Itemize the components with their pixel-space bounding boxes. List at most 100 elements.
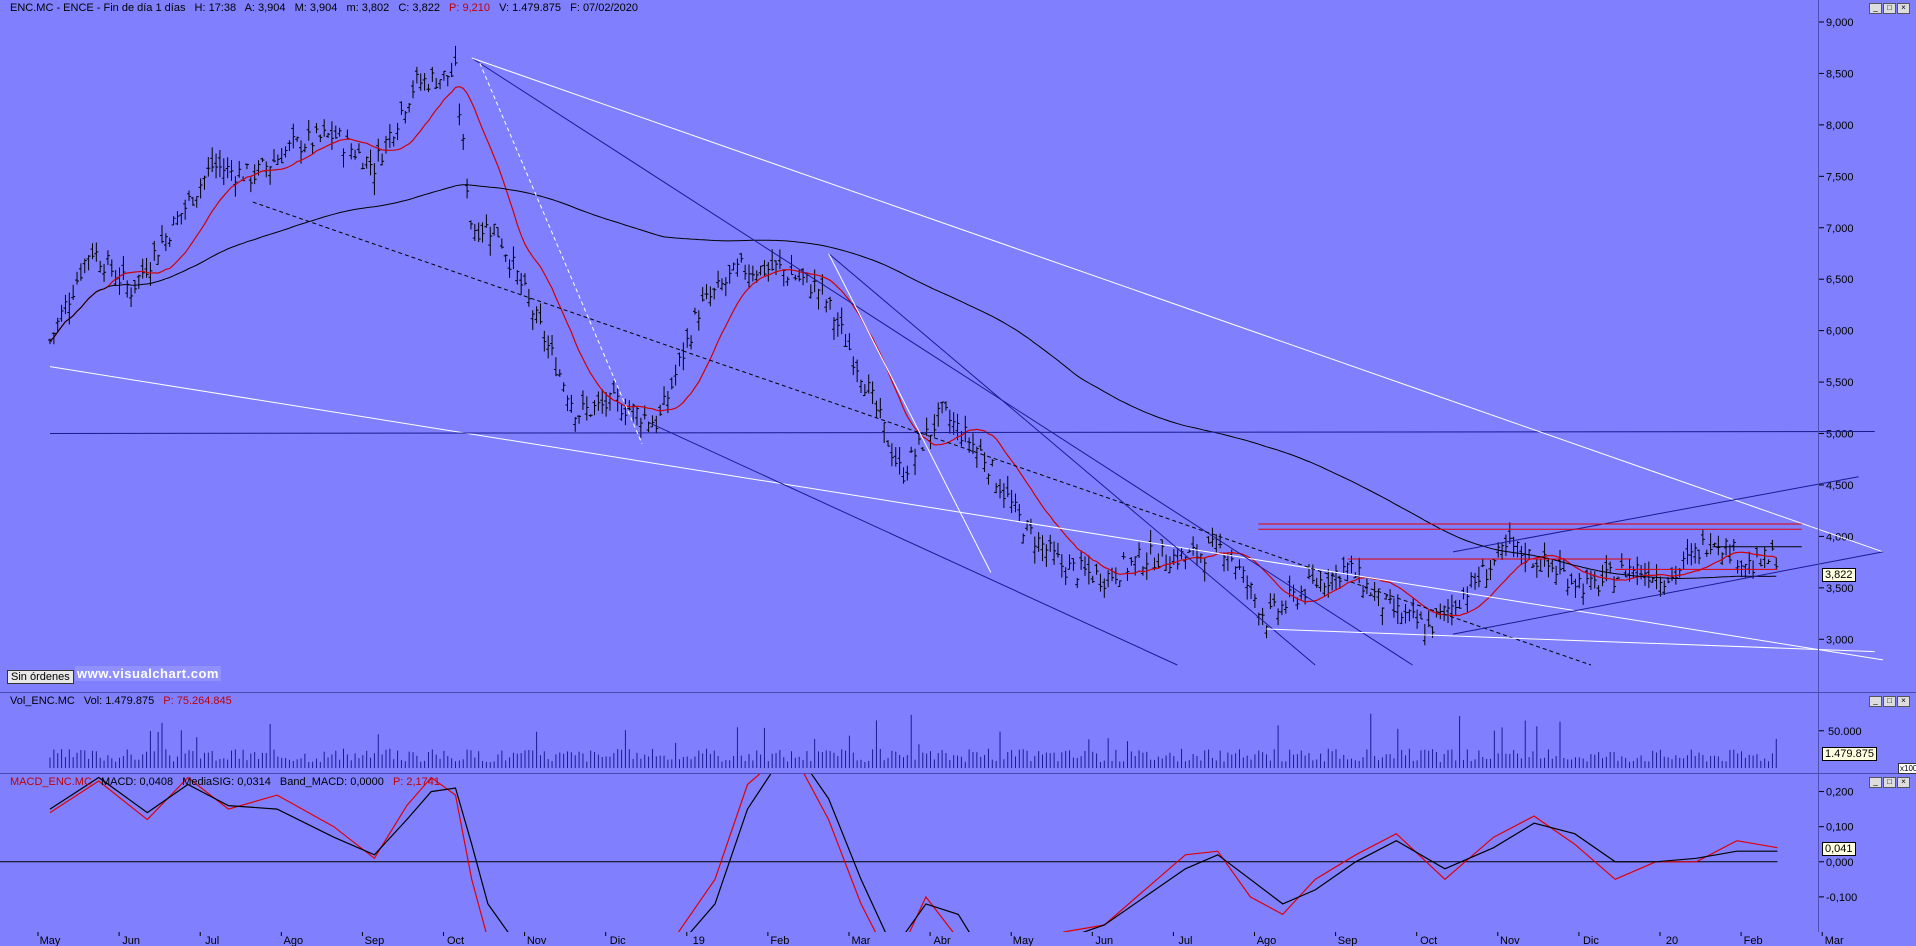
white-resistance-line (471, 57, 1884, 553)
macd-y-tick-label: -0,100 (1826, 892, 1857, 904)
date-tick-label: 20 (1666, 935, 1678, 946)
price-y-tick-label: 3,000 (1826, 634, 1854, 646)
macd-signal-line (49, 774, 1778, 932)
watermark: www.visualchart.com (75, 666, 221, 681)
open-label: A: 3,904 (244, 2, 286, 14)
date-tick-label: Oct (447, 935, 464, 946)
restore-button[interactable]: □ (1883, 777, 1896, 788)
minimize-button[interactable]: _ (1869, 777, 1882, 788)
date-tick-label: Mar (1825, 935, 1844, 946)
date-tick-label: May (1013, 935, 1034, 946)
date-tick-label: Ago (1257, 935, 1277, 946)
macd-pane-macd: MACD: 0,0408 (100, 776, 174, 788)
macd-y-tick-label: 0,100 (1826, 822, 1854, 834)
date-tick-label: Mar (852, 935, 871, 946)
price-y-tick-label: 7,000 (1826, 223, 1854, 235)
macd-pane[interactable]: 0,200 0,100 0,000 -0,100 MACD_ENC.MC MACD: … (0, 774, 1916, 933)
volume-header: Vol_ENC.MC Vol: 1.479.875 P: 75.264.845 (10, 695, 238, 707)
date-tick-label: Feb (770, 935, 789, 946)
price-window-buttons: _ □ × (1869, 3, 1910, 14)
macd-line (49, 774, 1778, 932)
date-tick-label: May (40, 935, 61, 946)
date-tick-label: Sep (365, 935, 385, 946)
price-axis-separator (1818, 0, 1819, 692)
macd-chart[interactable]: 0,200 0,100 0,000 -0,100 (0, 774, 1916, 932)
date-tick-label: Dic (610, 935, 626, 946)
blue-rising-upper (1452, 476, 1859, 553)
volume-pane[interactable]: 50.000 Vol_ENC.MC Vol: 1.479.875 P: 75.2… (0, 693, 1916, 774)
date-tick-label: 19 (693, 935, 705, 946)
high-label: H: 17:38 (194, 2, 237, 14)
volume-chart[interactable]: 50.000 (0, 693, 1916, 773)
price-last-badge: 3,822 (1822, 568, 1856, 582)
restore-button[interactable]: □ (1883, 696, 1896, 707)
date-axis-svg: May Jun Jul Ago Sep Oct Nov Dic 19 Feb Mar Abr May Ju… (37, 932, 1844, 946)
date-tick-label: Feb (1744, 935, 1763, 946)
white-support-line (49, 366, 1883, 661)
date-tick-label: Jun (122, 935, 140, 946)
price-y-tick-label: 8,000 (1826, 120, 1854, 132)
volume-pane-per: P: 75.264.845 (163, 695, 232, 707)
close-button[interactable]: × (1897, 3, 1910, 14)
macd-pane-label: MACD_ENC.MC (10, 776, 92, 788)
price-y-tick-label: 6,000 (1826, 326, 1854, 338)
volume-scale-badge: x100 (1898, 763, 1916, 774)
minimize-button[interactable]: _ (1869, 3, 1882, 14)
volume-pane-label: Vol_ENC.MC (10, 695, 75, 707)
restore-button[interactable]: □ (1883, 3, 1896, 14)
sin-ordenes-button[interactable]: Sin órdenes (7, 670, 74, 684)
macd-window-buttons: _ □ × (1869, 777, 1910, 788)
volume-last-badge: 1.479.875 (1822, 747, 1877, 761)
macd-y-tick-label: 0,000 (1826, 857, 1854, 869)
price-y-tick-label: 5,500 (1826, 377, 1854, 389)
date-tick-label: Sep (1338, 935, 1358, 946)
price-y-tick-label: 6,500 (1826, 274, 1854, 286)
price-pane[interactable]: 9,000 8,500 8,000 7,500 7,000 6,500 6,000 5,500… (0, 0, 1916, 693)
date-label: F: 07/02/2020 (570, 2, 638, 14)
ma-long-line (49, 184, 1777, 579)
volume-axis-separator (1818, 693, 1819, 773)
price-y-tick-label: 9,000 (1826, 17, 1854, 29)
macd-pane-per: P: 2,1741 (392, 776, 441, 788)
volume-pane-value: Vol: 1.479.875 (83, 695, 155, 707)
macd-pane-band: Band_MACD: 0,0000 (279, 776, 384, 788)
date-tick-label: Nov (527, 935, 547, 946)
price-y-tick-label: 3,500 (1826, 583, 1854, 595)
date-tick-label: Jul (205, 935, 219, 946)
symbol-label: ENC.MC - ENCE - Fin de día 1 días (10, 2, 186, 14)
close-label: C: 3,822 (398, 2, 440, 14)
date-tick-label: Nov (1500, 935, 1520, 946)
price-chart[interactable]: 9,000 8,500 8,000 7,500 7,000 6,500 6,000 5,500… (0, 0, 1916, 692)
white-steep-trendline (828, 253, 992, 573)
volume-window-buttons: _ □ × (1869, 696, 1910, 707)
price-y-tick-label: 5,000 (1826, 429, 1854, 441)
price-y-tick-label: 7,500 (1826, 171, 1854, 183)
ma-short-line (49, 85, 1777, 617)
date-tick-label: Oct (1420, 935, 1437, 946)
date-tick-label: Abr (934, 935, 951, 946)
price-header: ENC.MC - ENCE - Fin de día 1 días H: 17:… (10, 2, 644, 14)
date-axis: May Jun Jul Ago Sep Oct Nov Dic 19 Feb Mar Abr May Ju… (0, 932, 1916, 946)
close-button[interactable]: × (1897, 696, 1910, 707)
white-dotted-trendline (479, 62, 643, 445)
min-label: m: 3,802 (346, 2, 390, 14)
minimize-button[interactable]: _ (1869, 696, 1882, 707)
volume-y-tick-label: 50.000 (1828, 726, 1862, 738)
price-y-tick-label: 8,500 (1826, 68, 1854, 80)
macd-y-tick-label: 0,200 (1826, 787, 1854, 799)
blue-lower-channel (649, 422, 1178, 666)
date-tick-label: Jul (1178, 935, 1192, 946)
volume-label: V: 1.479.875 (499, 2, 562, 14)
blue-down-trendline (471, 57, 1413, 666)
max-label: M: 3,904 (294, 2, 338, 14)
date-tick-label: Ago (284, 935, 304, 946)
white-bottom-line (1266, 628, 1875, 653)
blue-mid-trendline (828, 253, 1316, 666)
macd-axis-separator (1818, 774, 1819, 932)
macd-header: MACD_ENC.MC MACD: 0,0408 MediaSIG: 0,031… (10, 776, 446, 788)
macd-pane-signal: MediaSIG: 0,0314 (182, 776, 271, 788)
blue-long-trendline (49, 430, 1875, 435)
date-tick-label: Dic (1583, 935, 1599, 946)
per-label: P: 9,210 (449, 2, 490, 14)
close-button[interactable]: × (1897, 777, 1910, 788)
